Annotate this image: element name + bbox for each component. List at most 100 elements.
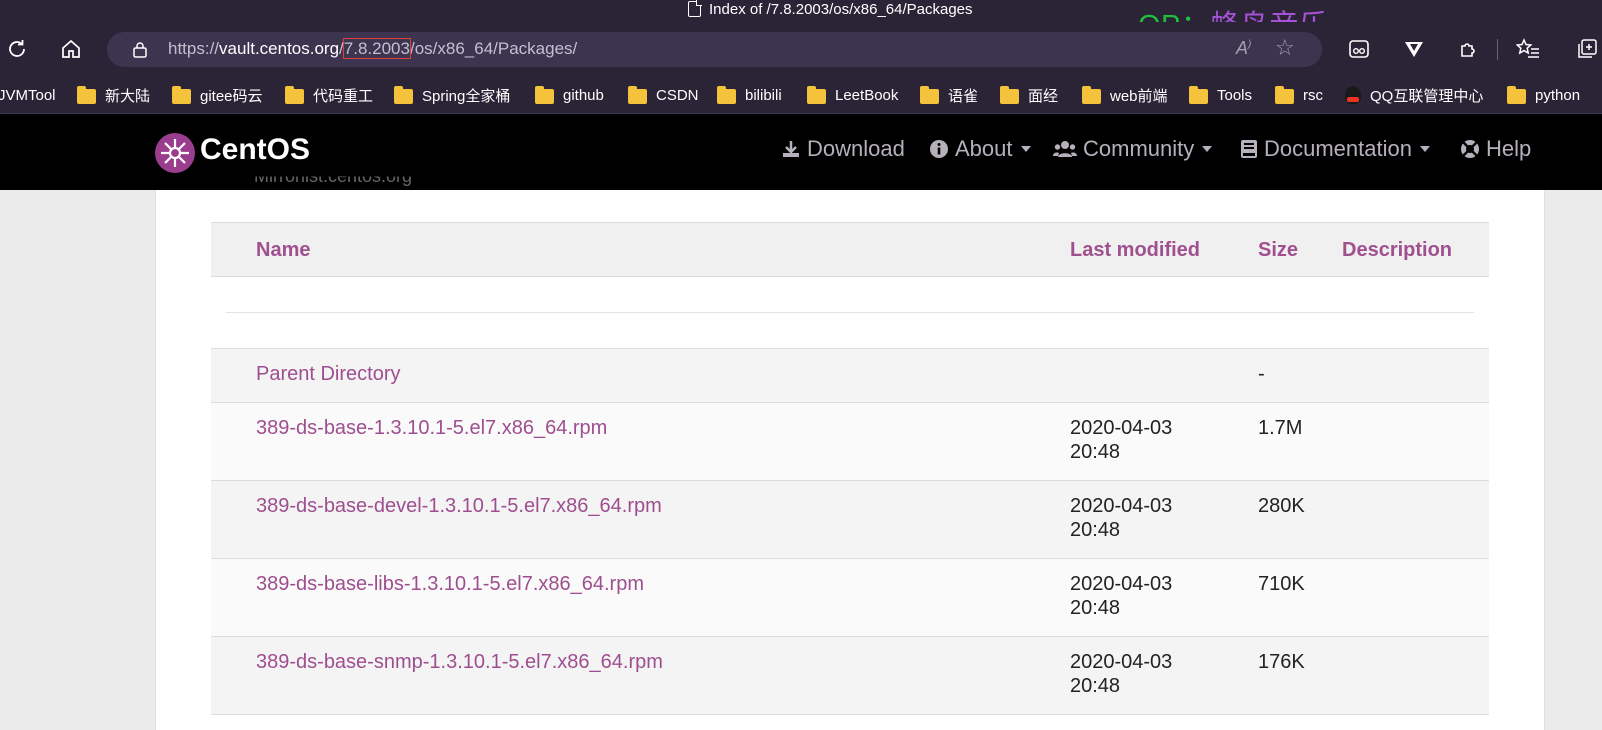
nav-community[interactable]: Community <box>1053 136 1213 162</box>
tab-title-text: Index of /7.8.2003/os/x86_64/Packages <box>709 0 973 18</box>
add-favorite-icon[interactable]: ☆ <box>1275 35 1295 61</box>
folder-icon <box>628 85 647 104</box>
nav-download-label: Download <box>807 136 905 161</box>
bookmark-folder[interactable]: Tools <box>1189 84 1252 106</box>
table-row: 389-ds-base-1.3.10.1-5.el7.x86_64.rpm 20… <box>211 402 1489 481</box>
url-path: /os/x86_64/Packages/ <box>409 39 578 58</box>
parent-directory-link[interactable]: Parent Directory <box>256 362 401 386</box>
chevron-down-icon <box>1020 146 1031 152</box>
refresh-icon[interactable] <box>4 36 30 62</box>
cell-size: 710K <box>1258 573 1305 595</box>
bookmark-label: CSDN <box>656 86 699 104</box>
folder-icon <box>535 85 554 104</box>
address-bar[interactable]: https://vault.centos.org/7.8.2003/os/x86… <box>107 32 1322 67</box>
chevron-down-icon <box>1202 146 1213 152</box>
extension-glasses-icon[interactable] <box>1346 36 1372 62</box>
bookmark-jvmtool[interactable]: JVMTool <box>0 84 56 106</box>
file-link[interactable]: 389-ds-base-1.3.10.1-5.el7.x86_64.rpm <box>256 416 607 440</box>
collections-icon[interactable] <box>1574 36 1600 62</box>
bookmark-folder[interactable]: 面经 <box>1000 84 1058 106</box>
toolbar-divider <box>1497 39 1498 60</box>
browser-titlebar: Index of /7.8.2003/os/x86_64/Packages OP… <box>0 0 1602 42</box>
folder-icon <box>394 85 413 104</box>
extensions-puzzle-icon[interactable] <box>1456 36 1482 62</box>
bookmark-folder[interactable]: github <box>535 84 604 106</box>
bookmark-folder[interactable]: CSDN <box>628 84 699 106</box>
extension-v-icon[interactable] <box>1401 36 1427 62</box>
directory-listing-table: Name Last modified Size Description Pare… <box>211 222 1489 715</box>
bookmark-label: Spring全家桶 <box>422 87 511 105</box>
bookmark-label: LeetBook <box>835 86 899 104</box>
bookmark-folder[interactable]: gitee码云 <box>172 84 263 106</box>
cell-last-modified: 2020-04-03 20:48 <box>1070 573 1173 619</box>
bookmark-label: QQ互联管理中心 <box>1370 87 1484 105</box>
bookmark-folder[interactable]: rsc <box>1275 84 1323 106</box>
bookmark-label: python <box>1535 86 1581 104</box>
users-icon <box>1053 141 1077 157</box>
folder-icon <box>807 85 826 104</box>
file-link[interactable]: 389-ds-base-devel-1.3.10.1-5.el7.x86_64.… <box>256 494 662 518</box>
bookmark-label: JVMTool <box>0 86 56 104</box>
book-icon <box>1241 140 1257 158</box>
folder-icon <box>1082 85 1101 104</box>
bookmark-folder[interactable]: 代码重工 <box>285 84 373 106</box>
bookmark-folder[interactable]: 语雀 <box>920 84 978 106</box>
bookmark-label: 面经 <box>1028 87 1059 105</box>
bookmark-folder[interactable]: python <box>1507 84 1580 106</box>
nav-documentation-label: Documentation <box>1264 136 1412 161</box>
nav-community-label: Community <box>1083 136 1195 161</box>
nav-download[interactable]: Download <box>781 136 905 162</box>
bookmark-label: 新大陆 <box>105 87 151 105</box>
cell-size: 1.7M <box>1258 417 1303 439</box>
folder-icon <box>1507 85 1526 104</box>
nav-help[interactable]: Help <box>1460 136 1531 162</box>
bookmark-folder[interactable]: Spring全家桶 <box>394 84 510 106</box>
header-name[interactable]: Name <box>256 239 310 262</box>
browser-toolbar: https://vault.centos.org/7.8.2003/os/x86… <box>0 22 1602 77</box>
read-aloud-icon[interactable]: A) <box>1236 38 1251 59</box>
info-icon <box>930 140 948 158</box>
folder-icon <box>717 85 736 104</box>
bookmark-label: Tools <box>1217 86 1253 104</box>
header-last-modified[interactable]: Last modified <box>1070 239 1200 262</box>
bookmark-folder[interactable]: 新大陆 <box>77 84 150 106</box>
folder-icon <box>172 85 191 104</box>
url-text[interactable]: https://vault.centos.org/7.8.2003/os/x86… <box>168 38 578 59</box>
bookmark-label: 语雀 <box>948 87 979 105</box>
bookmark-label: 代码重工 <box>313 87 374 105</box>
home-icon[interactable] <box>58 36 84 62</box>
bookmark-folder[interactable]: bilibili <box>717 84 782 106</box>
tab-title[interactable]: Index of /7.8.2003/os/x86_64/Packages <box>688 0 973 18</box>
nav-about[interactable]: About <box>929 136 1031 162</box>
folder-icon <box>1275 85 1294 104</box>
cell-size: 280K <box>1258 495 1305 517</box>
nav-about-label: About <box>955 136 1013 161</box>
centos-logo-icon[interactable] <box>155 133 195 173</box>
brand-name[interactable]: CentOS <box>200 133 310 167</box>
bookmark-qq[interactable]: QQ互联管理中心 <box>1345 84 1483 106</box>
site-navbar: CentOS Download About Community Document… <box>0 114 1602 190</box>
header-description[interactable]: Description <box>1342 239 1452 262</box>
cell-size: - <box>1258 363 1265 385</box>
nav-documentation[interactable]: Documentation <box>1240 136 1430 162</box>
content-card: Mirrorlist.centos.org Name Last modified… <box>155 177 1545 730</box>
url-scheme: https:// <box>168 39 220 58</box>
lock-icon[interactable] <box>132 41 148 58</box>
folder-icon <box>920 85 939 104</box>
folder-icon <box>1000 85 1019 104</box>
folder-icon <box>77 85 96 104</box>
bookmark-folder[interactable]: LeetBook <box>807 84 898 106</box>
divider <box>226 312 1474 313</box>
table-row: 389-ds-base-snmp-1.3.10.1-5.el7.x86_64.r… <box>211 636 1489 715</box>
bookmark-label: bilibili <box>745 86 782 104</box>
bookmark-folder[interactable]: web前端 <box>1082 84 1168 106</box>
cell-size: 176K <box>1258 651 1305 673</box>
file-link[interactable]: 389-ds-base-snmp-1.3.10.1-5.el7.x86_64.r… <box>256 650 663 674</box>
favorites-list-icon[interactable] <box>1515 36 1541 62</box>
url-highlight: 7.8.2003 <box>342 38 411 59</box>
cell-last-modified: 2020-04-03 20:48 <box>1070 417 1173 463</box>
file-link[interactable]: 389-ds-base-libs-1.3.10.1-5.el7.x86_64.r… <box>256 572 644 596</box>
header-size[interactable]: Size <box>1258 239 1298 262</box>
nav-help-label: Help <box>1486 136 1532 161</box>
table-row: Parent Directory - <box>211 348 1489 403</box>
